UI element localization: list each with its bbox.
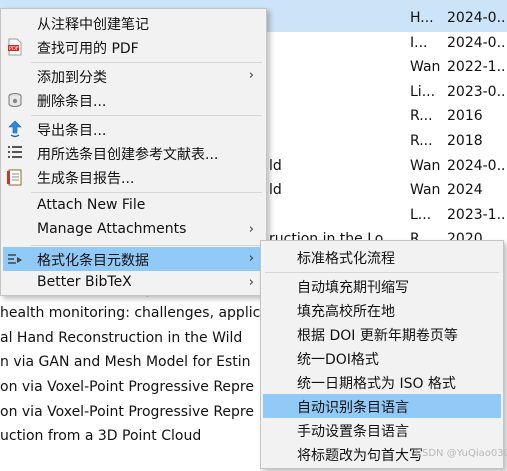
- menu-attach-new-file[interactable]: Attach New File: [3, 194, 264, 218]
- submenu-detect-language[interactable]: 自动识别条目语言: [263, 394, 501, 418]
- menu-item-label: 从注释中创建笔记: [37, 17, 149, 33]
- export-icon: [6, 120, 24, 138]
- menu-separator: [31, 245, 262, 246]
- item-creator: Wan: [410, 59, 441, 76]
- menu-create-note-from-annotations[interactable]: 从注释中创建笔记: [3, 11, 264, 35]
- menu-item-label: 标准格式化流程: [297, 251, 395, 267]
- menu-export-items[interactable]: 导出条目...: [3, 117, 264, 141]
- submenu-standard-format-flow[interactable]: 标准格式化流程: [263, 245, 501, 269]
- menu-item-label: 自动识别条目语言: [297, 400, 409, 416]
- bibliography-icon: [6, 144, 24, 162]
- item-title: health monitoring: challenges, applic: [0, 305, 261, 322]
- menu-create-bibliography[interactable]: 用所选条目创建参考文献表...: [3, 141, 264, 165]
- chevron-right-icon: ›: [248, 68, 254, 83]
- item-creator: Wan: [410, 157, 441, 174]
- item-creator: R...: [410, 108, 433, 125]
- item-date: 2023-1...: [447, 206, 507, 223]
- menu-item-label: 生成条目报告...: [37, 171, 135, 187]
- submenu-fill-university-place[interactable]: 填充高校所在地: [263, 298, 501, 322]
- menu-better-bibtex[interactable]: Better BibTeX ›: [3, 271, 264, 295]
- submenu-set-language-manual[interactable]: 手动设置条目语言: [263, 418, 501, 442]
- item-title: on via Voxel-Point Progressive Repre: [0, 403, 254, 420]
- menu-item-label: 删除条目...: [37, 94, 107, 110]
- item-creator: I...: [410, 34, 428, 51]
- menu-separator: [265, 272, 499, 273]
- format-metadata-submenu: 标准格式化流程 自动填充期刊缩写 填充高校所在地 根据 DOI 更新年期卷页等 …: [260, 240, 504, 469]
- item-date: 2024-0...: [447, 157, 507, 174]
- menu-separator: [31, 62, 262, 63]
- menu-separator: [31, 115, 262, 116]
- menu-item-label: 手动设置条目语言: [297, 424, 409, 440]
- menu-item-label: 统一DOI格式: [297, 352, 379, 368]
- menu-generate-report[interactable]: 生成条目报告...: [3, 165, 264, 189]
- chevron-right-icon: ›: [248, 251, 254, 266]
- item-creator: Wan: [410, 182, 441, 199]
- menu-format-metadata[interactable]: 格式化条目元数据 ›: [3, 247, 264, 271]
- item-title: on via Voxel-Point Progressive Repre: [0, 379, 254, 395]
- menu-delete-item[interactable]: 删除条目...: [3, 88, 264, 112]
- menu-item-label: 用所选条目创建参考文献表...: [37, 147, 219, 163]
- item-date: 2016: [447, 108, 483, 125]
- menu-item-label: 查找可用的 PDF: [37, 41, 139, 57]
- pdf-icon: PDF: [6, 38, 24, 56]
- submenu-unify-date-iso[interactable]: 统一日期格式为 ISO 格式: [263, 370, 501, 394]
- menu-item-label: 根据 DOI 更新年期卷页等: [297, 328, 458, 344]
- item-title-fragment: ld: [269, 182, 282, 199]
- item-creator: H...: [410, 10, 434, 26]
- menu-add-to-collection[interactable]: 添加到分类 ›: [3, 64, 264, 88]
- menu-item-label: Manage Attachments: [37, 221, 187, 237]
- menu-item-label: 导出条目...: [37, 123, 107, 139]
- item-date: 2023-0...: [447, 83, 507, 100]
- menu-manage-attachments[interactable]: Manage Attachments ›: [3, 218, 264, 242]
- menu-find-available-pdf[interactable]: PDF 查找可用的 PDF: [3, 35, 264, 59]
- item-date: 2024-0...: [447, 10, 507, 26]
- item-creator: L...: [410, 206, 432, 223]
- submenu-unify-doi[interactable]: 统一DOI格式: [263, 346, 501, 370]
- item-title-fragment: ld: [269, 157, 282, 174]
- report-icon: [6, 168, 24, 186]
- menu-item-label: 填充高校所在地: [297, 304, 395, 320]
- svg-text:PDF: PDF: [9, 46, 19, 52]
- menu-item-label: 统一日期格式为 ISO 格式: [297, 376, 456, 392]
- item-date: 2024: [447, 182, 483, 199]
- item-title: al Hand Reconstruction in the Wild: [0, 329, 243, 346]
- item-title: n via GAN and Mesh Model for Estin: [0, 354, 251, 371]
- item-title: uction from a 3D Point Cloud: [0, 428, 202, 445]
- watermark: CSDN @YuQiao0303: [415, 448, 507, 459]
- format-icon: [6, 250, 24, 268]
- menu-item-label: 格式化条目元数据: [37, 253, 149, 269]
- menu-item-label: 自动填充期刊缩写: [297, 280, 409, 296]
- menu-item-label: Attach New File: [37, 197, 146, 213]
- trash-icon: [6, 91, 24, 109]
- chevron-right-icon: ›: [248, 275, 254, 290]
- item-date: 2018: [447, 133, 483, 149]
- menu-item-label: 添加到分类: [37, 70, 107, 86]
- item-date: 2024-0...: [447, 34, 507, 51]
- menu-item-label: Better BibTeX: [37, 274, 132, 290]
- submenu-fill-journal-abbr[interactable]: 自动填充期刊缩写: [263, 274, 501, 298]
- menu-item-label: 将标题改为句首大写: [297, 448, 423, 464]
- item-creator: Li...: [410, 83, 436, 100]
- item-date: 2022-1...: [447, 59, 507, 76]
- menu-separator: [31, 192, 262, 193]
- context-menu: 从注释中创建笔记 PDF 查找可用的 PDF 添加到分类 › 删除条目... 导…: [0, 8, 267, 296]
- chevron-right-icon: ›: [248, 222, 254, 237]
- submenu-update-via-doi[interactable]: 根据 DOI 更新年期卷页等: [263, 322, 501, 346]
- item-creator: R...: [410, 133, 433, 149]
